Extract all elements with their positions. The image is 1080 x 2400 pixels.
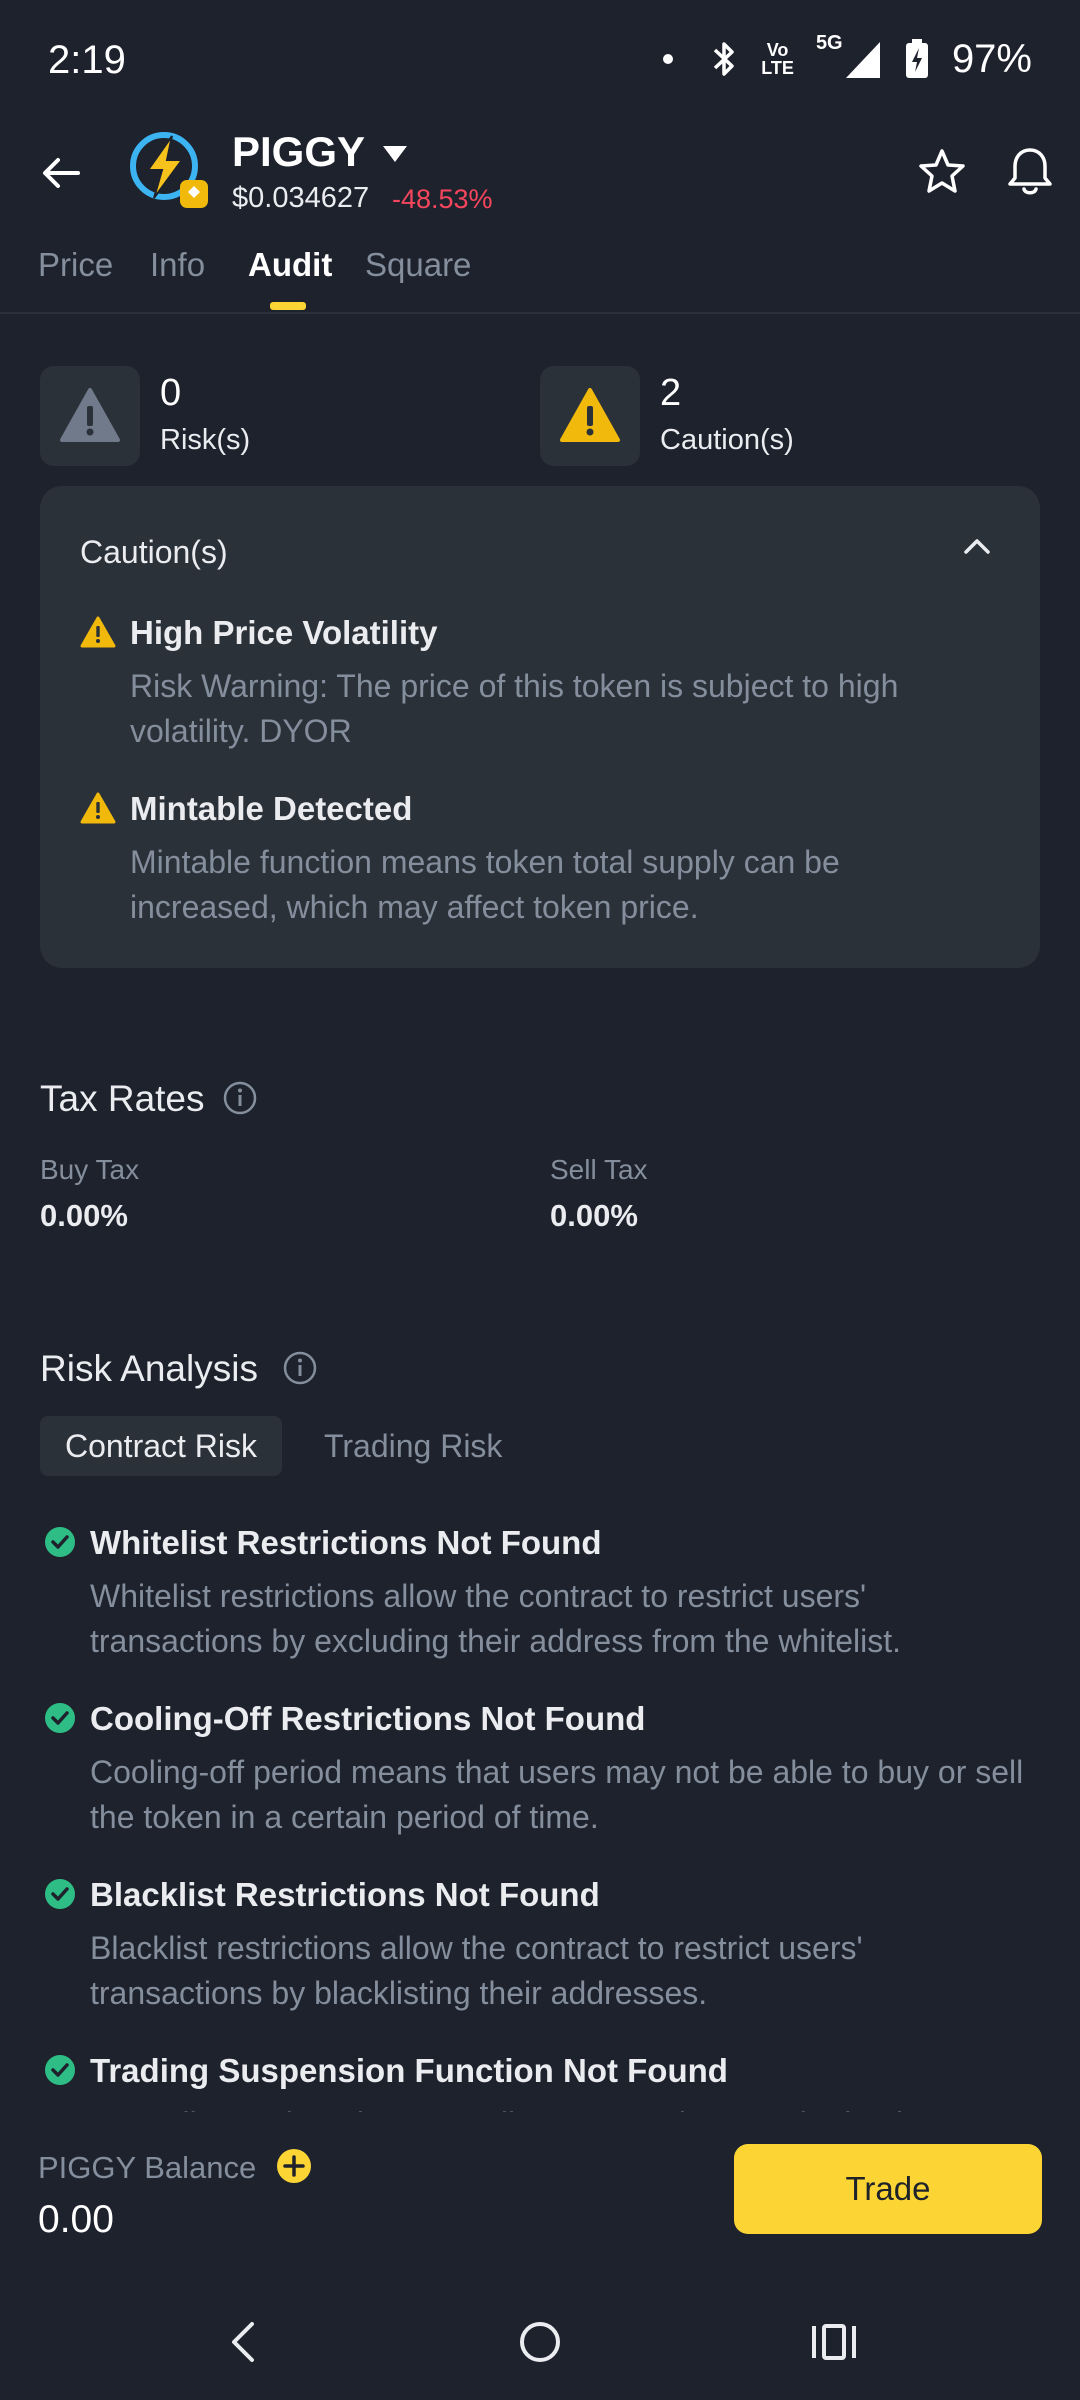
token-name[interactable]: PIGGY bbox=[232, 128, 365, 176]
risk-check-item: Trading Suspension Function Not Found Ac… bbox=[40, 2052, 1040, 2112]
risk-check-title: Blacklist Restrictions Not Found bbox=[90, 1876, 600, 1913]
caution-count: 2 bbox=[660, 372, 682, 414]
risk-check-title: Trading Suspension Function Not Found bbox=[90, 2052, 728, 2089]
bell-icon[interactable] bbox=[1004, 144, 1056, 198]
caution-panel: Caution(s) High Price Volatility Risk Wa… bbox=[40, 486, 1040, 968]
risk-warning-icon bbox=[60, 388, 120, 442]
risk-check-title: Whitelist Restrictions Not Found bbox=[90, 1524, 602, 1561]
sell-tax-label: Sell Tax bbox=[550, 1154, 648, 1185]
tab-info[interactable]: Info bbox=[150, 246, 205, 284]
tab-audit[interactable]: Audit bbox=[248, 246, 332, 284]
risk-label: Risk(s) bbox=[160, 424, 251, 456]
caution-item-desc: Mintable function means token total supp… bbox=[130, 844, 840, 925]
caution-label: Caution(s) bbox=[660, 424, 794, 456]
buy-tax-value: 0.00% bbox=[40, 1198, 128, 1233]
info-icon[interactable] bbox=[282, 1350, 318, 1386]
risk-check-desc: Whitelist restrictions allow the contrac… bbox=[90, 1578, 902, 1659]
back-arrow-icon[interactable] bbox=[36, 145, 92, 201]
audit-page: 2:19 Vo LTE 5G 97% PIGGY $0.034627 -48.5… bbox=[0, 0, 1080, 2400]
chevron-up-icon[interactable] bbox=[962, 536, 992, 556]
volte-icon: Vo LTE bbox=[761, 40, 794, 78]
caution-panel-title[interactable]: Caution(s) bbox=[80, 534, 228, 571]
page-tabs: Price Info Audit Square bbox=[0, 242, 1080, 314]
caution-item-title: Mintable Detected bbox=[130, 790, 413, 827]
token-header: PIGGY $0.034627 -48.53% bbox=[0, 120, 1080, 240]
risk-analysis-title: Risk Analysis bbox=[40, 1348, 258, 1389]
tab-trading-risk[interactable]: Trading Risk bbox=[324, 1416, 502, 1476]
system-nav-bar bbox=[0, 2280, 1080, 2400]
add-funds-icon[interactable] bbox=[276, 2148, 312, 2184]
warning-icon bbox=[80, 616, 116, 648]
risk-check-desc: According to the token, a trading suspen… bbox=[90, 2102, 1030, 2112]
tab-price[interactable]: Price bbox=[38, 246, 113, 284]
check-circle-icon bbox=[45, 2055, 75, 2085]
status-time: 2:19 bbox=[48, 38, 126, 82]
token-price: $0.034627 bbox=[232, 182, 370, 214]
balance-value: 0.00 bbox=[38, 2198, 114, 2241]
caution-warning-icon bbox=[560, 388, 620, 442]
check-circle-icon bbox=[45, 1879, 75, 1909]
risk-check-desc: Blacklist restrictions allow the contrac… bbox=[90, 1930, 863, 2011]
caution-count-badge bbox=[540, 366, 640, 466]
caution-item-desc: Risk Warning: The price of this token is… bbox=[130, 668, 899, 749]
bottom-trade-bar: PIGGY Balance 0.00 Trade bbox=[0, 2112, 1080, 2280]
check-circle-icon bbox=[45, 1703, 75, 1733]
active-tab-indicator bbox=[270, 302, 306, 310]
caution-item: High Price Volatility Risk Warning: The … bbox=[80, 614, 1000, 754]
star-icon[interactable] bbox=[916, 146, 968, 198]
balance-label: PIGGY Balance bbox=[38, 2150, 257, 2185]
buy-tax-label: Buy Tax bbox=[40, 1154, 140, 1185]
nav-home-icon[interactable] bbox=[512, 2318, 568, 2366]
scroll-content[interactable]: 2:19 Vo LTE 5G 97% PIGGY $0.034627 -48.5… bbox=[0, 0, 1080, 2112]
check-circle-icon bbox=[45, 1527, 75, 1557]
price-change: -48.53% bbox=[392, 184, 493, 214]
risk-check-item: Blacklist Restrictions Not Found Blackli… bbox=[40, 1876, 1040, 2016]
caution-item: Mintable Detected Mintable function mean… bbox=[80, 790, 1000, 930]
tab-square[interactable]: Square bbox=[365, 246, 471, 284]
risk-check-item: Cooling-Off Restrictions Not Found Cooli… bbox=[40, 1700, 1040, 1840]
sell-tax-value: 0.00% bbox=[550, 1198, 638, 1233]
signal-icon: 5G bbox=[816, 32, 882, 82]
status-icons: Vo LTE 5G 97% bbox=[663, 32, 1032, 82]
risk-count: 0 bbox=[160, 372, 182, 414]
token-logo bbox=[130, 132, 208, 208]
tax-rates-title: Tax Rates bbox=[40, 1078, 205, 1119]
bluetooth-icon bbox=[714, 42, 735, 76]
notification-dot-icon bbox=[663, 54, 674, 64]
caution-item-title: High Price Volatility bbox=[130, 614, 438, 651]
nav-recents-icon[interactable] bbox=[806, 2318, 862, 2366]
risk-check-item: Whitelist Restrictions Not Found Whiteli… bbox=[40, 1524, 1040, 1664]
status-bar: 2:19 Vo LTE 5G 97% bbox=[0, 0, 1080, 120]
trade-button[interactable]: Trade bbox=[734, 2144, 1042, 2234]
battery-level: 97% bbox=[951, 36, 1032, 81]
warning-icon bbox=[80, 792, 116, 824]
risk-check-desc: Cooling-off period means that users may … bbox=[90, 1754, 1024, 1835]
info-icon[interactable] bbox=[222, 1080, 258, 1116]
risk-count-badge bbox=[40, 366, 140, 466]
nav-back-icon[interactable] bbox=[218, 2318, 274, 2366]
battery-charging-icon bbox=[905, 39, 928, 78]
risk-check-title: Cooling-Off Restrictions Not Found bbox=[90, 1700, 646, 1737]
tab-contract-risk[interactable]: Contract Risk bbox=[40, 1416, 282, 1476]
caret-down-icon[interactable] bbox=[380, 142, 410, 166]
